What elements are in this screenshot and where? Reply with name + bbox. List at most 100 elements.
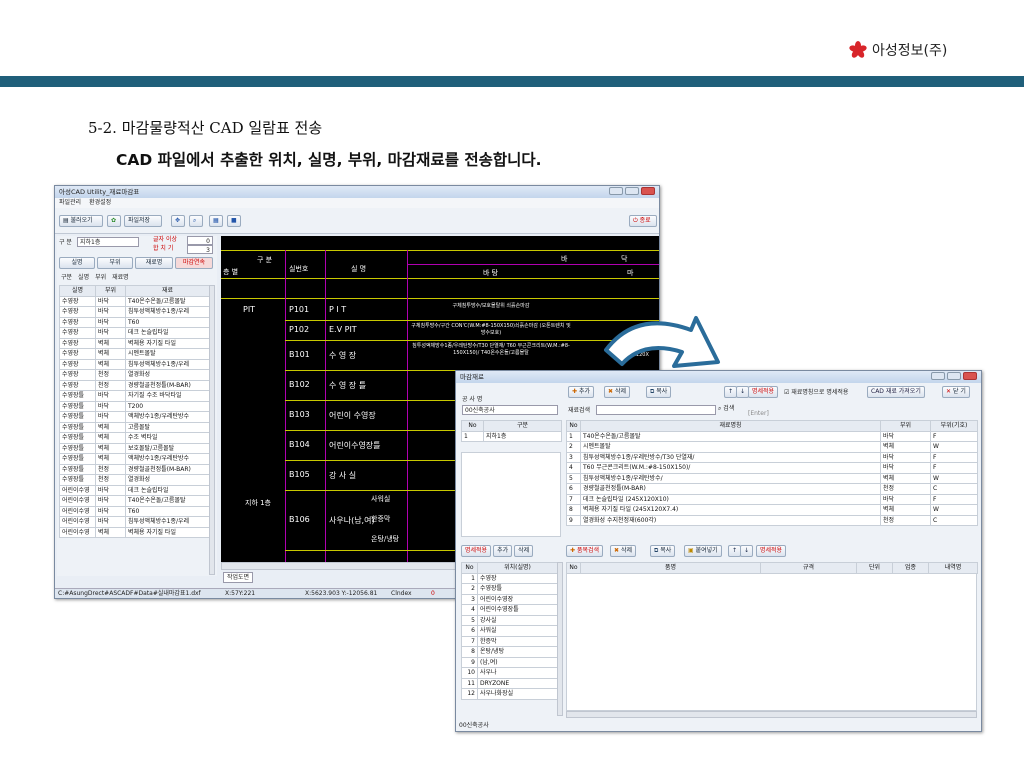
add-location-button[interactable]: 추가 [493,545,513,557]
table-row[interactable]: 수영장 바닥 침투성액체방수1종/우레 [59,306,210,318]
filter-tab-material[interactable]: 재료명 [135,257,173,269]
filter-tab-part[interactable]: 부위 [97,257,133,269]
apply-spec-button[interactable]: 명세적용 [748,386,779,398]
item-down-icon[interactable]: ↓ [740,545,754,557]
table-row[interactable]: 수영장 벽체 침투성액체방수1종/우레 [59,358,210,370]
dialog-minimize-button[interactable] [931,372,945,380]
delete-button[interactable]: ✖ 삭제 [604,386,630,398]
list-tab-name[interactable]: 실명 [78,273,89,282]
menu-settings[interactable]: 환경설정 [89,198,111,208]
close-button[interactable]: ✕ 닫 기 [942,386,970,398]
exit-button[interactable]: ⏻ 종료 [629,215,657,227]
location-row[interactable]: 4 어린이수영장틀 [461,604,558,616]
search-icon[interactable]: ⌕ [189,215,203,227]
floor-select[interactable]: 지하1층 [77,237,139,247]
table-row[interactable]: 수영장틀 바닥 액체방수1종/우레탄방수 [59,411,210,423]
search-button[interactable]: ⌕ 검색 [718,404,734,413]
paste-item-button[interactable]: ▣ 붙여넣기 [684,545,722,557]
table-row[interactable]: 수영장 천정 경량철골천정틀(M-BAR) [59,379,210,391]
copy-item-button[interactable]: ⧉ 복사 [650,545,676,557]
open-button[interactable]: ▤ 불러오기 [59,215,103,227]
count-input-1[interactable]: 0 [187,236,213,245]
material-search-input[interactable] [596,405,716,415]
item-search-button[interactable]: ✚ 품목검색 [566,545,604,557]
table-row[interactable]: 어린이수영 바닥 침투성액체방수1종/우레 [59,516,210,528]
location-row[interactable]: 2 수영장틀 [461,583,558,595]
table-row[interactable]: 어린이수영 바닥 T40온수온돌/고름몰탈 [59,495,210,507]
table-row[interactable]: 수영장틀 바닥 T200 [59,400,210,412]
material-row[interactable]: 9 열경화성 수지천정재(600각) 천정 C [566,514,978,526]
material-row[interactable]: 1 T40온수온돌/고름몰탈 바닥 F [566,430,978,442]
table-row[interactable]: 수영장틀 벽체 보호몰탈/고름몰탈 [59,442,210,454]
mat-part: 천정 [880,483,931,495]
table-row[interactable]: 수영장 벽체 시멘트몰탈 [59,348,210,360]
space-select[interactable]: 00신축공사 [462,405,558,415]
category-row[interactable]: 1 지하1층 [461,430,562,442]
add-button[interactable]: ✚ 추가 [568,386,594,398]
apply-by-name-checkbox[interactable]: ☑ 재료명칭으로 명세적용 [784,388,848,397]
col-header-name[interactable]: 실명 [59,285,96,297]
list-scrollbar[interactable] [209,285,215,575]
save-button[interactable]: 파일저장 [124,215,162,227]
table-row[interactable]: 수영장틀 바닥 자기질 수조 바닥타일 [59,390,210,402]
layout-tab[interactable]: 작업도면 [223,572,254,583]
table-row[interactable]: 어린이수영 벽체 벽체용 자기질 타일 [59,526,210,538]
material-row[interactable]: 6 경량철골천정틀(M-BAR) 천정 C [566,483,978,495]
table-row[interactable]: 수영장틀 천정 경량철골천정틀(M-BAR) [59,463,210,475]
table-row[interactable]: 수영장틀 벽체 수조 벽타일 [59,432,210,444]
table-row[interactable]: 수영장 바닥 T60 [59,316,210,328]
list-tab-category[interactable]: 구분 [61,273,72,282]
table-row[interactable]: 수영장 벽체 벽체용 자기질 타일 [59,337,210,349]
table-row[interactable]: 수영장 천정 열경화성 [59,369,210,381]
col-header-material[interactable]: 재료 [125,285,210,297]
menu-file[interactable]: 파일관리 [59,198,81,208]
apply-spec-right-button[interactable]: 명세적용 [756,545,787,557]
table-row[interactable]: 수영장틀 천정 열경화성 [59,474,210,486]
copy-button[interactable]: ⧉ 복사 [646,386,672,398]
location-row[interactable]: 7 한증막 [461,635,558,647]
material-row[interactable]: 2 시멘트몰탈 벽체 W [566,441,978,453]
location-row[interactable]: 12 사우나화장실 [461,688,558,700]
location-scrollbar[interactable] [557,562,563,716]
material-row[interactable]: 5 침투성액체방수1종/우레탄방수/벽체 W [566,472,978,484]
maximize-button[interactable] [625,187,639,195]
location-row[interactable]: 5 강사실 [461,614,558,626]
table-row[interactable]: 어린이수영 바닥 T60 [59,505,210,517]
dialog-close-button[interactable] [963,372,977,380]
location-row[interactable]: 3 어린이수영장 [461,593,558,605]
dialog-maximize-button[interactable] [947,372,961,380]
table-row[interactable]: 수영장틀 벽체 고름몰탈 [59,421,210,433]
grid-icon[interactable]: ▦ [209,215,223,227]
col-header-part[interactable]: 부위 [95,285,126,297]
count-input-2[interactable]: 3 [187,245,213,254]
material-row[interactable]: 3 침투성액체방수1종/우레탄방수/T30 단열재/바닥 F [566,451,978,463]
apply-spec-left-button[interactable]: 명세적용 [461,545,492,557]
list-tab-material[interactable]: 재료명 [112,273,129,282]
table-row[interactable]: 수영장 바닥 T40온수온돌/고름몰탈 [59,295,210,307]
item-horizontal-scrollbar[interactable] [566,711,977,718]
location-row[interactable]: 9 (남,여) [461,656,558,668]
import-cad-button[interactable]: CAD 재료 가져오기 [867,386,925,398]
location-row[interactable]: 1 수영장 [461,572,558,584]
location-row[interactable]: 11 DRYZONE [461,677,558,689]
filter-tab-continuous[interactable]: 마감연속 [175,257,213,269]
tool-icon[interactable]: ✥ [171,215,185,227]
material-row[interactable]: 7 데크 논슬립타일 (245X120X10) 바닥 F [566,493,978,505]
location-row[interactable]: 10 사우나 [461,667,558,679]
location-row[interactable]: 8 온탕/냉탕 [461,646,558,658]
delete-item-button[interactable]: ✖ 삭제 [610,545,636,557]
material-row[interactable]: 8 벽체용 자기질 타일 (245X120X7.4) 벽체 W [566,504,978,516]
list-tab-part[interactable]: 부위 [95,273,106,282]
refresh-icon[interactable]: ✿ [107,215,121,227]
close-window-button[interactable] [641,187,655,195]
location-row[interactable]: 6 사워실 [461,625,558,637]
book-icon[interactable]: ■ [227,215,241,227]
delete-location-button[interactable]: 삭제 [514,545,534,557]
material-row[interactable]: 4 T60 무근콘크리트(W.M.:#8-150X150)/바닥 F [566,462,978,474]
table-row[interactable]: 수영장 바닥 데크 논슬립타일 [59,327,210,339]
filter-tab-name[interactable]: 실명 [59,257,95,269]
table-row[interactable]: 어린이수영 바닥 데크 논슬립타일 [59,484,210,496]
row-name: 수영장 [59,358,96,370]
minimize-button[interactable] [609,187,623,195]
table-row[interactable]: 수영장틀 벽체 액체방수1종/우레탄방수 [59,453,210,465]
